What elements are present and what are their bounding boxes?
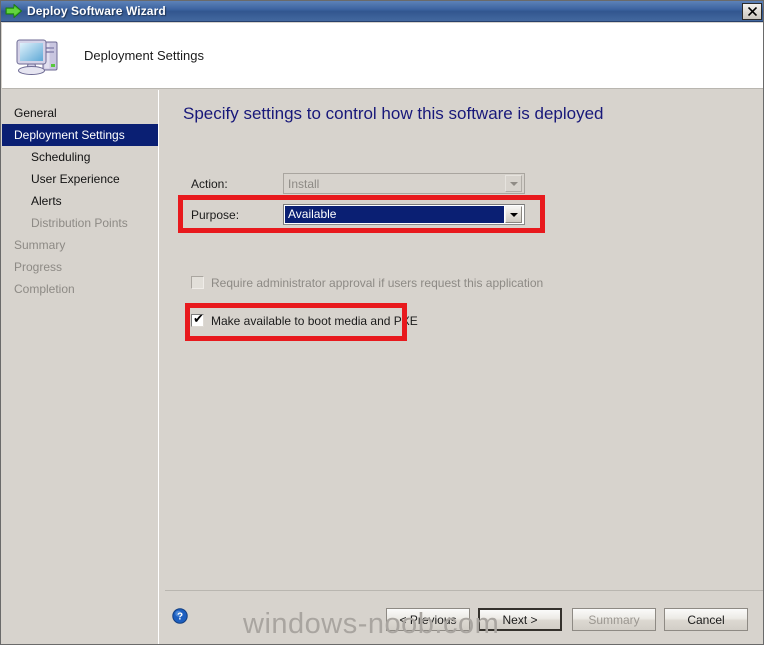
chevron-down-icon[interactable] [505, 206, 522, 223]
pxe-checkbox-row[interactable]: ✔ Make available to boot media and PXE [191, 312, 418, 329]
pxe-checkbox[interactable]: ✔ [191, 312, 204, 327]
computer-icon [14, 34, 62, 78]
purpose-label: Purpose: [191, 207, 240, 222]
wizard-content-pane: Specify settings to control how this sof… [165, 90, 763, 591]
sidebar-item-completion[interactable]: Completion [2, 278, 158, 300]
chevron-down-icon [505, 175, 522, 192]
next-button[interactable]: Next > [478, 608, 562, 631]
deploy-software-wizard-window: Deploy Software Wizard Deployment Settin… [0, 0, 764, 645]
checkmark-icon: ✔ [193, 312, 204, 327]
sidebar-item-scheduling[interactable]: Scheduling [2, 146, 158, 168]
sidebar-item-distribution-points[interactable]: Distribution Points [2, 212, 158, 234]
summary-button: Summary [572, 608, 656, 631]
pxe-checkbox-label[interactable]: Make available to boot media and PXE [211, 314, 418, 328]
sidebar-item-alerts[interactable]: Alerts [2, 190, 158, 212]
sidebar-item-progress[interactable]: Progress [2, 256, 158, 278]
page-title: Specify settings to control how this sof… [183, 104, 604, 123]
action-field-row: Action: Install [191, 173, 525, 194]
wizard-button-bar: ? < Previous Next > Summary Cancel [165, 592, 763, 644]
action-value: Install [288, 176, 320, 191]
header-title: Deployment Settings [84, 48, 204, 63]
wizard-step-sidebar: General Deployment Settings Scheduling U… [2, 90, 159, 644]
previous-button[interactable]: < Previous [386, 608, 470, 631]
sidebar-bottom-filler [2, 592, 159, 644]
sidebar-item-summary[interactable]: Summary [2, 234, 158, 256]
wizard-header: Deployment Settings [2, 23, 763, 89]
sidebar-item-general[interactable]: General [2, 102, 158, 124]
purpose-value: Available [285, 206, 504, 223]
title-bar: Deploy Software Wizard [1, 1, 763, 22]
approval-checkbox-row: Require administrator approval if users … [191, 274, 543, 291]
close-icon[interactable] [742, 3, 762, 20]
action-label: Action: [191, 176, 228, 191]
purpose-field-row: Purpose: Available [191, 204, 525, 225]
window-title: Deploy Software Wizard [27, 4, 166, 18]
cancel-button[interactable]: Cancel [664, 608, 748, 631]
help-question-icon[interactable]: ? [172, 608, 188, 624]
green-arrow-icon [5, 3, 23, 19]
action-dropdown: Install [283, 173, 525, 194]
approval-checkbox [191, 276, 204, 289]
svg-text:?: ? [177, 612, 183, 623]
sidebar-item-deployment-settings[interactable]: Deployment Settings [2, 124, 158, 146]
sidebar-item-user-experience[interactable]: User Experience [2, 168, 158, 190]
approval-checkbox-label: Require administrator approval if users … [211, 275, 544, 290]
close-x-glyph [747, 7, 757, 16]
purpose-dropdown[interactable]: Available [283, 204, 525, 225]
